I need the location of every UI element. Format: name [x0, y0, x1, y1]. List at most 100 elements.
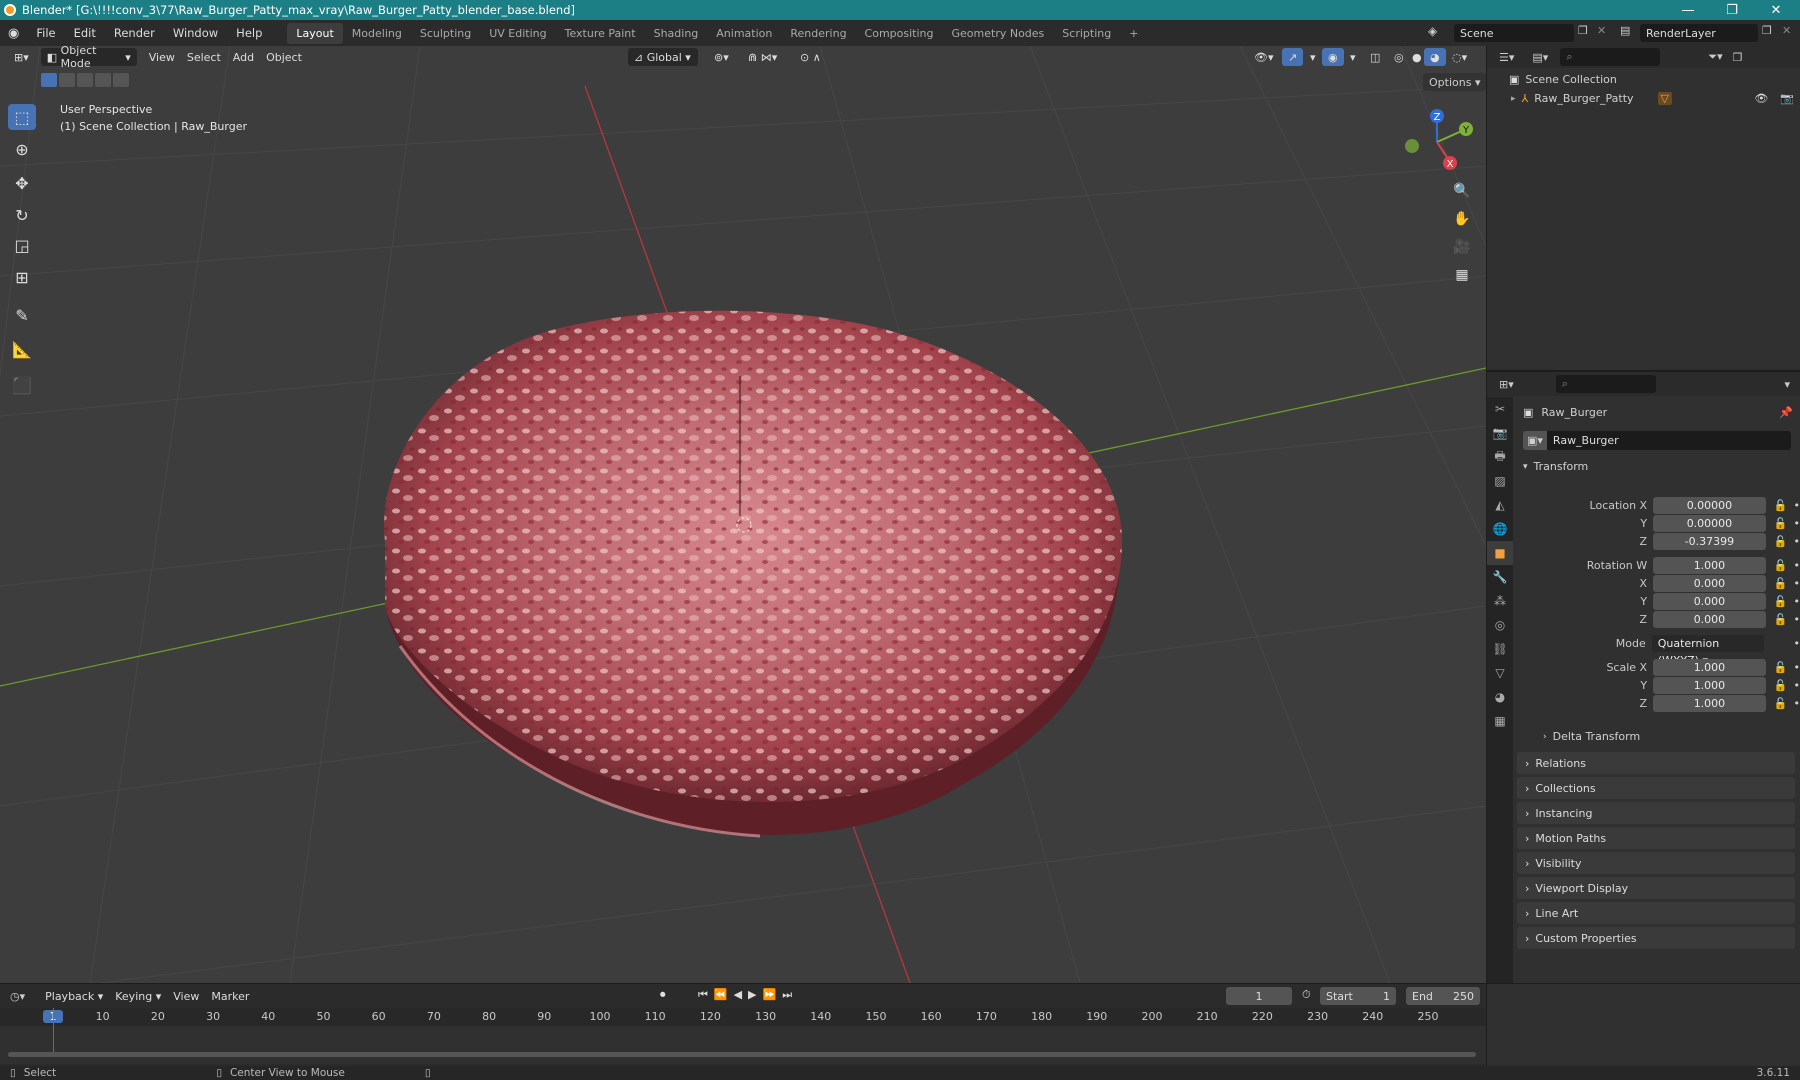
keyframe-dot-icon[interactable]: •: [1794, 679, 1800, 692]
xray-icon[interactable]: ◫: [1364, 48, 1386, 66]
lock-icon[interactable]: 🔓: [1774, 661, 1788, 674]
instancing-panel[interactable]: › Instancing: [1517, 802, 1795, 824]
select-invert-icon[interactable]: [95, 73, 111, 87]
menu-render[interactable]: Render: [105, 26, 164, 40]
remove-view-layer-icon[interactable]: ✕: [1782, 24, 1791, 37]
close-button[interactable]: ✕: [1754, 0, 1798, 20]
lock-icon[interactable]: 🔓: [1774, 517, 1788, 530]
keyframe-dot-icon[interactable]: •: [1794, 697, 1800, 710]
marker-menu[interactable]: Marker: [205, 987, 255, 1005]
timeline-editor-icon[interactable]: ◷▾: [10, 990, 25, 1003]
scale-y-field[interactable]: 1.000: [1653, 676, 1766, 694]
view-layer-field[interactable]: RenderLayer: [1640, 24, 1758, 42]
lock-icon[interactable]: 🔓: [1774, 613, 1788, 626]
keying-menu[interactable]: Keying ▾: [109, 987, 167, 1005]
object-data-icon[interactable]: ▽: [1657, 92, 1673, 105]
select-new-icon[interactable]: [41, 73, 57, 87]
snap-icon[interactable]: ⋒ ⋈▾: [742, 48, 783, 66]
texture-tab-icon[interactable]: ▦: [1487, 709, 1513, 733]
physics-tab-icon[interactable]: ◎: [1487, 613, 1513, 637]
viewport-menu-object[interactable]: Object: [260, 48, 308, 66]
view-layer-icon[interactable]: ▤: [1620, 24, 1630, 37]
viewport-menu-add[interactable]: Add: [227, 48, 260, 66]
tab-texture-paint[interactable]: Texture Paint: [556, 23, 645, 44]
object-mode-dropdown[interactable]: ◧ Object Mode ▾: [40, 46, 137, 70]
transform-panel-header[interactable]: ▾ Transform: [1523, 460, 1588, 473]
preview-range-icon[interactable]: ⏱: [1302, 988, 1311, 1002]
select-intersect-icon[interactable]: [113, 73, 129, 87]
timeline-track-area[interactable]: 1102030405060708090100110120130140150160…: [0, 1008, 1486, 1064]
lock-icon[interactable]: 🔓: [1774, 595, 1788, 608]
keyframe-dot-icon[interactable]: •: [1794, 517, 1800, 530]
viewport-menu-select[interactable]: Select: [181, 48, 227, 66]
viewport-menu-view[interactable]: View: [143, 48, 181, 66]
menu-edit[interactable]: Edit: [65, 26, 105, 40]
scene-field[interactable]: Scene: [1454, 24, 1574, 42]
outliner-search-input[interactable]: ⌕: [1560, 48, 1661, 66]
lock-icon[interactable]: 🔓: [1774, 499, 1788, 512]
material-shading-icon[interactable]: ◕: [1424, 48, 1446, 66]
lock-icon[interactable]: 🔓: [1774, 577, 1788, 590]
outliner-row-scene-collection[interactable]: ▣ Scene Collection: [1509, 73, 1617, 86]
display-mode-icon[interactable]: ▤▾: [1532, 51, 1548, 64]
overlay-dropdown-icon[interactable]: ▾: [1344, 48, 1362, 66]
properties-editor-icon[interactable]: ⊞▾: [1499, 378, 1514, 391]
scale-z-field[interactable]: 1.000: [1653, 694, 1766, 712]
gizmo-toggle-icon[interactable]: ↗: [1282, 48, 1304, 66]
scene-icon[interactable]: ◈: [1428, 24, 1437, 38]
new-collection-icon[interactable]: ❐: [1733, 51, 1743, 64]
collections-panel[interactable]: › Collections: [1517, 777, 1795, 799]
tab-animation[interactable]: Animation: [707, 23, 781, 44]
navigation-gizmo[interactable]: Z Y X: [1394, 106, 1480, 176]
tab-modeling[interactable]: Modeling: [343, 23, 411, 44]
scale-tool-icon[interactable]: ◲: [8, 232, 36, 258]
playback-menu[interactable]: Playback ▾: [39, 987, 109, 1005]
tab-scripting[interactable]: Scripting: [1053, 23, 1120, 44]
add-workspace-button[interactable]: +: [1120, 23, 1147, 44]
pivot-point-icon[interactable]: ⊚▾: [708, 48, 735, 66]
motion-paths-panel[interactable]: › Motion Paths: [1517, 827, 1795, 849]
rendered-shading-icon[interactable]: ◌▾: [1446, 48, 1473, 66]
rotation-x-field[interactable]: 0.000: [1653, 574, 1766, 592]
cursor-tool-icon[interactable]: ⊕: [8, 136, 36, 162]
timeline-scrollbar[interactable]: [8, 1052, 1476, 1057]
keyframe-dot-icon[interactable]: •: [1794, 559, 1800, 572]
lock-icon[interactable]: 🔓: [1774, 535, 1788, 548]
playback-controls[interactable]: ⏮⏪◀▶⏩⏭: [698, 988, 798, 1002]
timeline-view-menu[interactable]: View: [167, 987, 205, 1005]
rotation-y-field[interactable]: 0.000: [1653, 592, 1766, 610]
tab-uv-editing[interactable]: UV Editing: [480, 23, 555, 44]
tab-shading[interactable]: Shading: [645, 23, 708, 44]
filter-icon[interactable]: ⏷▾: [1708, 50, 1722, 64]
zoom-icon[interactable]: 🔍: [1449, 178, 1475, 204]
record-icon[interactable]: ⏺: [660, 988, 666, 1002]
rotation-z-field[interactable]: 0.000: [1653, 610, 1766, 628]
tab-sculpting[interactable]: Sculpting: [411, 23, 480, 44]
new-scene-icon[interactable]: ❐: [1578, 24, 1588, 37]
maximize-button[interactable]: ❐: [1710, 0, 1754, 20]
line-art-panel[interactable]: › Line Art: [1517, 902, 1795, 924]
neg-y-axis-icon[interactable]: [1405, 139, 1419, 153]
visibility-panel[interactable]: › Visibility: [1517, 852, 1795, 874]
modifier-tab-icon[interactable]: 🔧: [1487, 565, 1513, 589]
minimize-button[interactable]: —: [1666, 0, 1710, 20]
overlay-toggle-icon[interactable]: ◉: [1322, 48, 1344, 66]
location-x-field[interactable]: 0.00000: [1653, 496, 1766, 514]
3d-viewport[interactable]: ⊞▾ ◧ Object Mode ▾ View Select Add Objec…: [0, 46, 1486, 983]
location-z-field[interactable]: -0.37399: [1653, 532, 1766, 550]
select-subtract-icon[interactable]: [77, 73, 93, 87]
editor-type-icon[interactable]: ⊞▾: [8, 48, 35, 66]
datablock-name-field[interactable]: Raw_Burger: [1546, 431, 1791, 450]
tab-geometry-nodes[interactable]: Geometry Nodes: [943, 23, 1054, 44]
rotation-w-field[interactable]: 1.000: [1653, 556, 1766, 574]
visibility-icon[interactable]: 👁▾: [1248, 48, 1280, 66]
select-box-tool-icon[interactable]: ⬚: [8, 104, 36, 130]
burger-patty-object[interactable]: [383, 310, 1122, 838]
outliner-row-object[interactable]: ▸ ⅄ Raw_Burger_Patty ▽ 👁 📷: [1511, 92, 1798, 105]
measure-tool-icon[interactable]: 📐: [8, 336, 36, 362]
menu-window[interactable]: Window: [164, 26, 227, 40]
pan-hand-icon[interactable]: ✋: [1449, 206, 1475, 232]
delta-transform-subpanel[interactable]: › Delta Transform: [1543, 730, 1640, 743]
visibility-eye-icon[interactable]: 👁: [1754, 92, 1768, 105]
world-tab-icon[interactable]: 🌐: [1487, 517, 1513, 541]
